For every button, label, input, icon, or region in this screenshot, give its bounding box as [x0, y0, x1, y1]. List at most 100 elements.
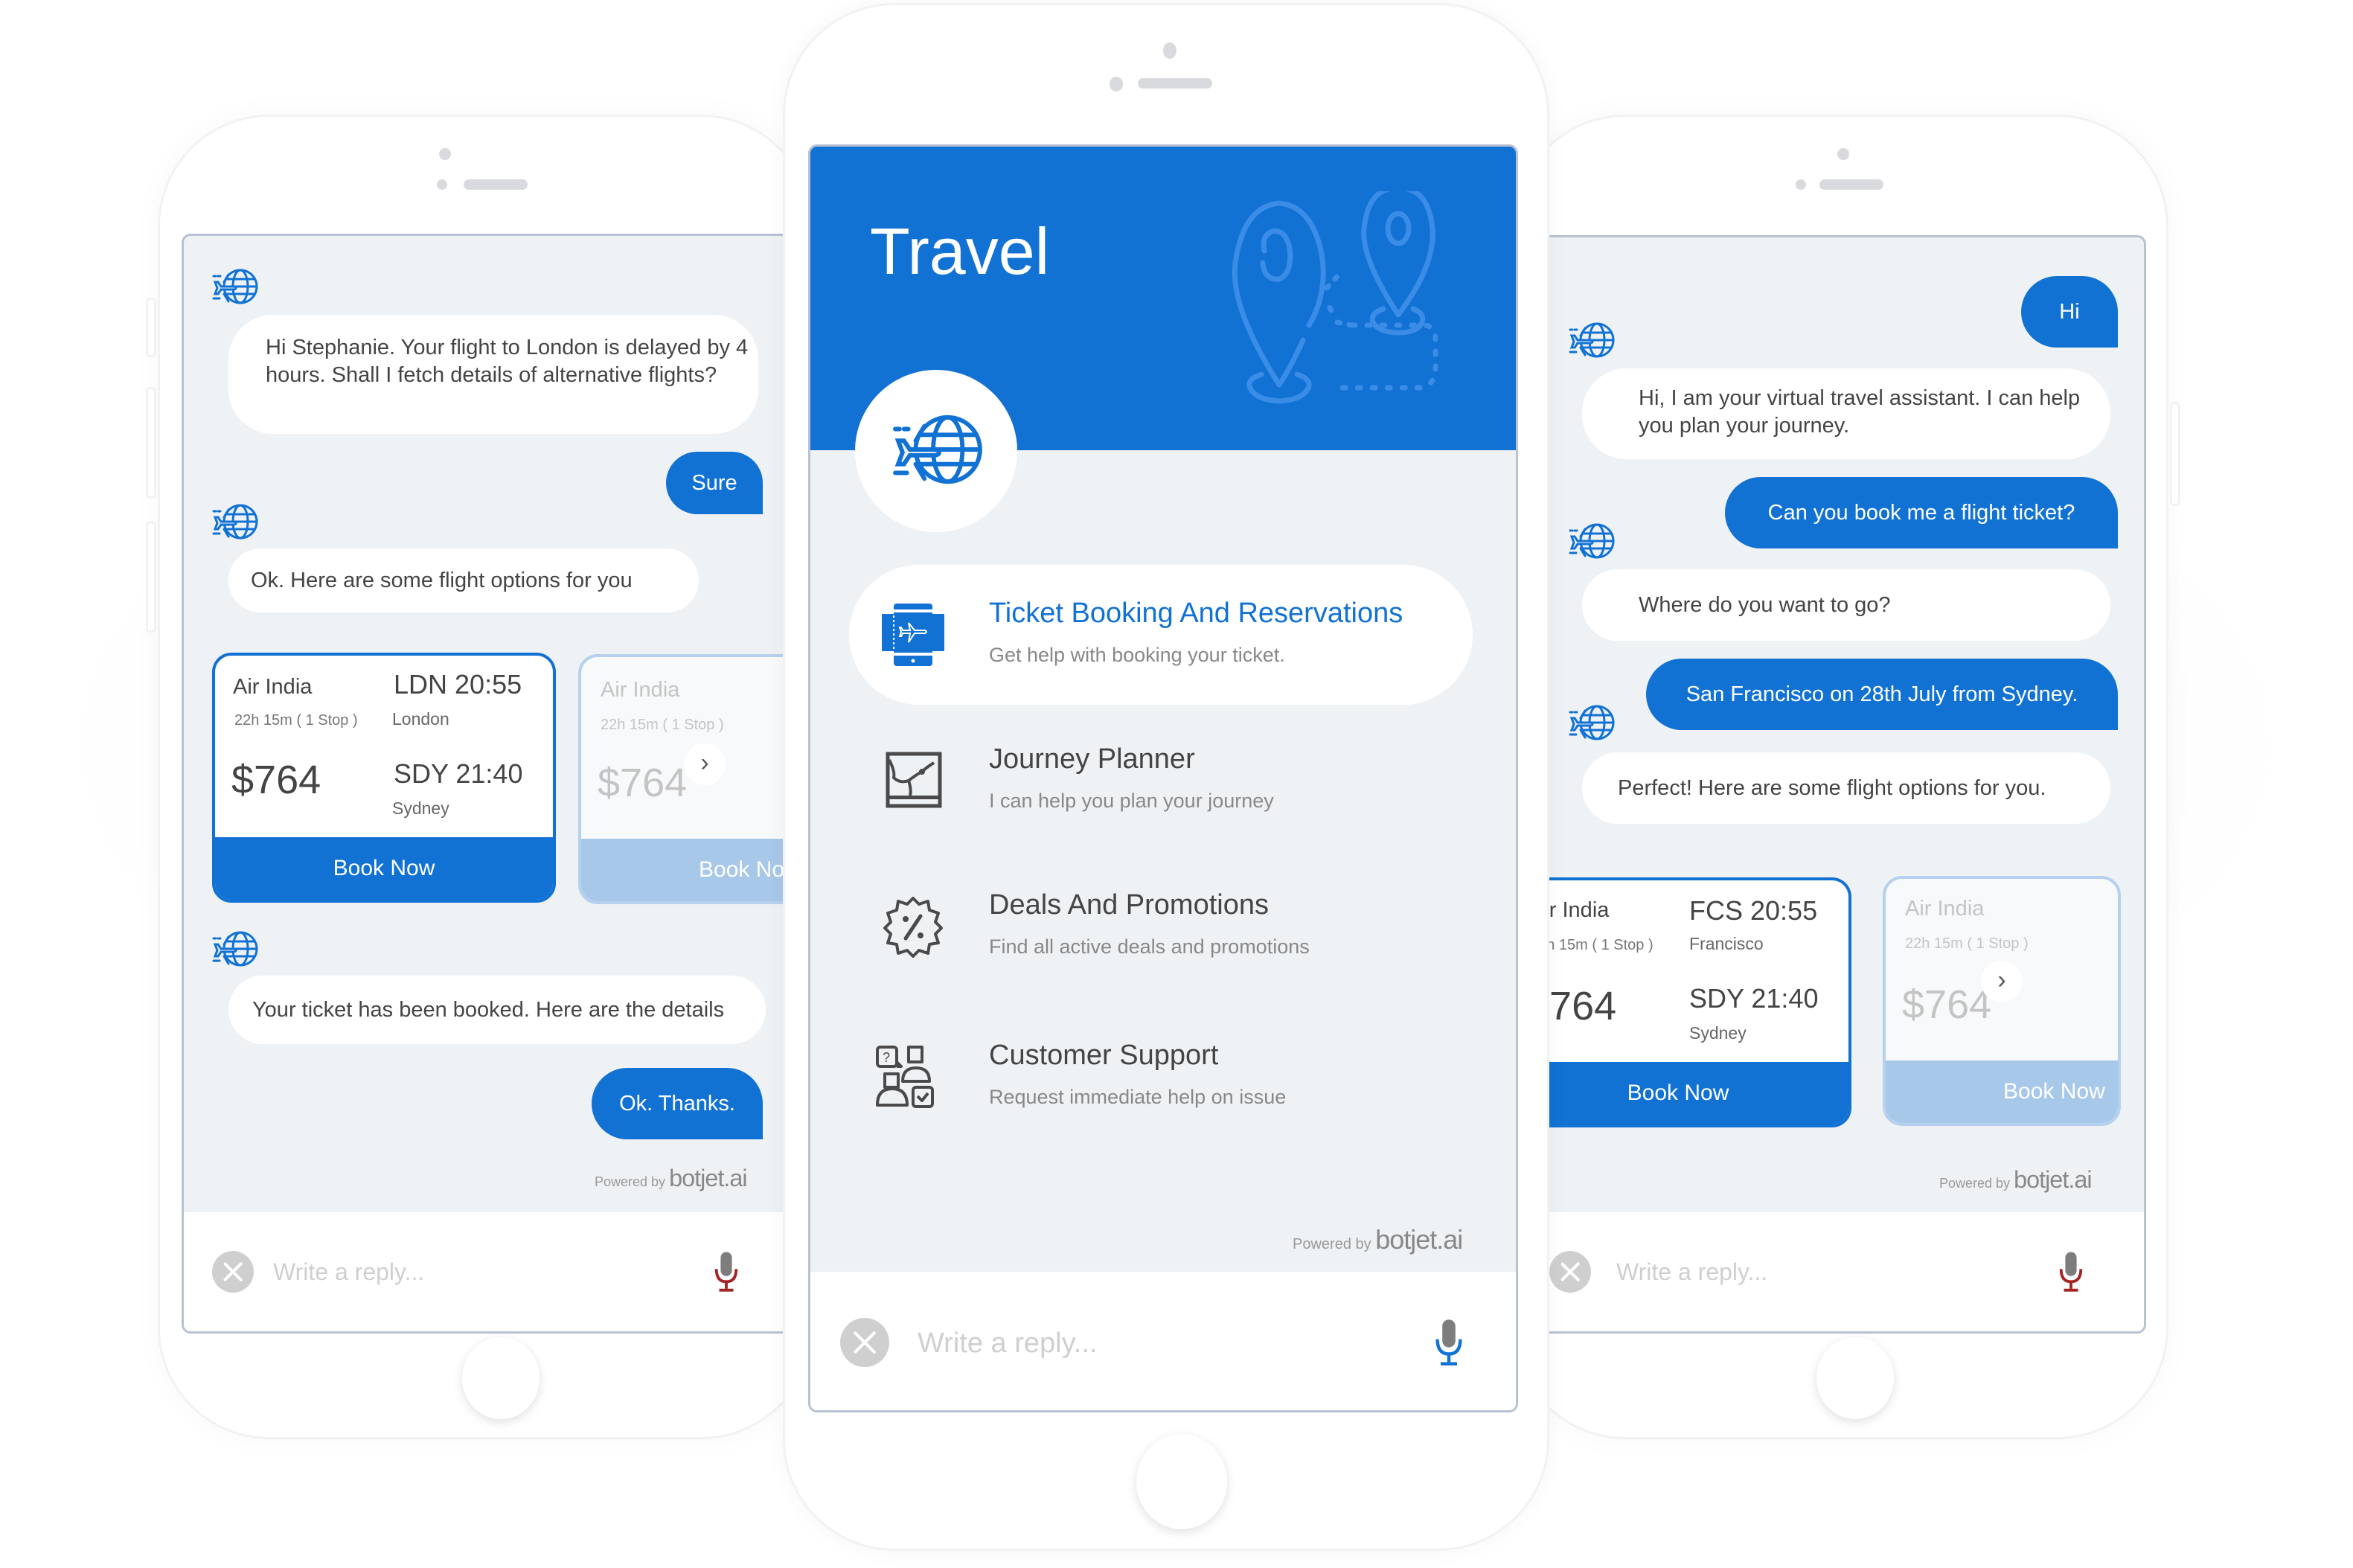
front-camera — [439, 148, 451, 160]
page-title: Travel — [870, 214, 1050, 288]
botjet-logo: botjet.ai — [1375, 1224, 1463, 1255]
front-camera — [1163, 42, 1176, 59]
bot-message: Perfect! Here are some flight options fo… — [1582, 752, 2110, 824]
book-now-button[interactable]: Book Now — [1537, 1062, 1848, 1124]
home-button[interactable] — [462, 1337, 540, 1419]
flight-card[interactable]: Air India 22h 15m ( 1 Stop ) $764 FCS 20… — [1537, 877, 1851, 1127]
clear-button[interactable] — [212, 1251, 254, 1293]
powered-by-text: Powered by — [595, 1174, 666, 1189]
arrival-city: Sydney — [392, 799, 449, 818]
flight-duration: 22h 15m ( 1 Stop ) — [601, 717, 724, 733]
flight-price: $764 — [598, 761, 688, 805]
proximity-sensor — [1110, 77, 1123, 92]
user-message: Ok. Thanks. — [592, 1068, 763, 1139]
departure-code-time: FCS 20:55 — [1689, 895, 1818, 926]
support-agents-icon: ? — [876, 1046, 934, 1108]
menu-item-customer-support[interactable]: ? Customer Support Request immediate hel… — [849, 1007, 1473, 1147]
reply-input[interactable] — [273, 1252, 690, 1291]
departure-city: London — [392, 709, 449, 729]
flight-duration: 22h 15m ( 1 Stop ) — [234, 712, 358, 729]
map-pins-illustration — [1232, 191, 1438, 404]
flight-price: $764 — [1902, 982, 1992, 1027]
home-button[interactable] — [1816, 1337, 1894, 1419]
botjet-logo: botjet.ai — [2014, 1166, 2092, 1193]
bot-avatar-icon — [1567, 702, 1615, 743]
proximity-sensor — [1796, 179, 1806, 190]
user-message: San Francisco on 28th July from Sydney. — [1646, 659, 2118, 730]
bot-avatar-icon — [1567, 520, 1615, 562]
reply-composer — [184, 1212, 790, 1331]
flight-card[interactable]: Air India 22h 15m ( 1 Stop ) $764 Book N… — [578, 654, 790, 904]
departure-city: Francisco — [1689, 934, 1764, 953]
book-now-button[interactable]: Book Now — [1886, 1060, 2118, 1123]
travel-logo — [855, 370, 1017, 532]
bot-message: Your ticket has been booked. Here are th… — [228, 976, 766, 1044]
menu-item-description: Request immediate help on issue — [989, 1086, 1287, 1108]
reply-input[interactable] — [918, 1321, 1379, 1366]
menu-item-deals[interactable]: Deals And Promotions Find all active dea… — [849, 857, 1473, 996]
powered-by-text: Powered by — [1293, 1236, 1371, 1252]
flight-duration: 22h 15m ( 1 Stop ) — [1905, 935, 2029, 952]
home-button[interactable] — [1136, 1434, 1227, 1529]
right-phone-power-button — [2170, 402, 2180, 506]
earpiece-speaker — [1138, 78, 1212, 89]
percent-badge-icon — [883, 897, 943, 958]
powered-by-label: Powered by botjet.ai — [1939, 1166, 2093, 1194]
botjet-logo: botjet.ai — [669, 1165, 747, 1191]
center-phone-screen: Travel Ticket Booking And Reservations G… — [808, 144, 1518, 1412]
svg-text:?: ? — [883, 1050, 890, 1065]
bot-message: Where do you want to go? — [1582, 569, 2110, 641]
reply-input[interactable] — [1616, 1252, 2033, 1291]
menu-item-description: I can help you plan your journey — [989, 790, 1274, 812]
powered-by-label: Powered by botjet.ai — [595, 1165, 748, 1192]
left-phone-volume-button — [146, 298, 156, 357]
powered-by-label: Powered by botjet.ai — [1293, 1224, 1463, 1255]
bot-message: Hi Stephanie. Your flight to London is d… — [228, 315, 758, 434]
book-now-button[interactable]: Book Now — [581, 839, 790, 901]
menu-item-title: Deals And Promotions — [989, 889, 1269, 921]
plane-globe-icon — [888, 409, 985, 490]
microphone-icon[interactable] — [2057, 1249, 2085, 1294]
bot-avatar-icon — [211, 928, 258, 970]
carousel-next-button[interactable]: › — [1981, 961, 2023, 1002]
earpiece-speaker — [464, 179, 528, 190]
user-message: Hi — [2021, 276, 2118, 348]
menu-item-title: Journey Planner — [989, 743, 1195, 775]
menu-item-description: Find all active deals and promotions — [989, 935, 1310, 958]
right-phone-screen: Hi Hi, I am your virtual travel assistan… — [1537, 235, 2146, 1334]
clear-button[interactable] — [1549, 1251, 1591, 1293]
ticket-plane-icon — [882, 604, 944, 666]
airline-name: Air India — [601, 678, 680, 702]
flight-duration: 22h 15m ( 1 Stop ) — [1537, 937, 1653, 953]
microphone-icon[interactable] — [712, 1249, 740, 1294]
arrival-city: Sydney — [1689, 1023, 1747, 1043]
left-phone-screen: Hi Stephanie. Your flight to London is d… — [182, 234, 792, 1334]
menu-item-ticket-booking[interactable]: Ticket Booking And Reservations Get help… — [849, 565, 1473, 705]
flight-price: $764 — [231, 758, 321, 802]
reply-composer — [810, 1272, 1516, 1410]
menu-item-journey-planner[interactable]: Journey Planner I can help you plan your… — [849, 711, 1473, 851]
menu-item-description: Get help with booking your ticket. — [989, 644, 1285, 666]
airline-name: Air India — [233, 675, 313, 699]
left-phone-volume-button — [146, 521, 156, 633]
front-camera — [1837, 148, 1849, 160]
menu-item-title: Ticket Booking And Reservations — [989, 598, 1403, 629]
arrival-code-time: SDY 21:40 — [394, 758, 523, 789]
flight-card[interactable]: Air India 22h 15m ( 1 Stop ) $764 LDN 20… — [212, 653, 556, 903]
departure-code-time: LDN 20:55 — [394, 669, 522, 700]
microphone-icon[interactable] — [1432, 1318, 1465, 1367]
bot-message: Hi, I am your virtual travel assistant. … — [1582, 368, 2110, 459]
bot-message: Ok. Here are some flight options for you — [228, 548, 699, 612]
menu-item-title: Customer Support — [989, 1040, 1219, 1071]
user-message: Sure — [666, 452, 763, 514]
bot-avatar-icon — [211, 266, 258, 307]
proximity-sensor — [437, 179, 447, 190]
bot-avatar-icon — [1567, 319, 1615, 361]
left-phone-volume-button — [146, 387, 156, 499]
map-route-icon — [886, 752, 942, 808]
clear-button[interactable] — [840, 1318, 889, 1367]
reply-composer — [1537, 1212, 2144, 1331]
book-now-button[interactable]: Book Now — [215, 837, 553, 900]
earpiece-speaker — [1819, 179, 1883, 190]
carousel-next-button[interactable]: › — [684, 743, 726, 785]
